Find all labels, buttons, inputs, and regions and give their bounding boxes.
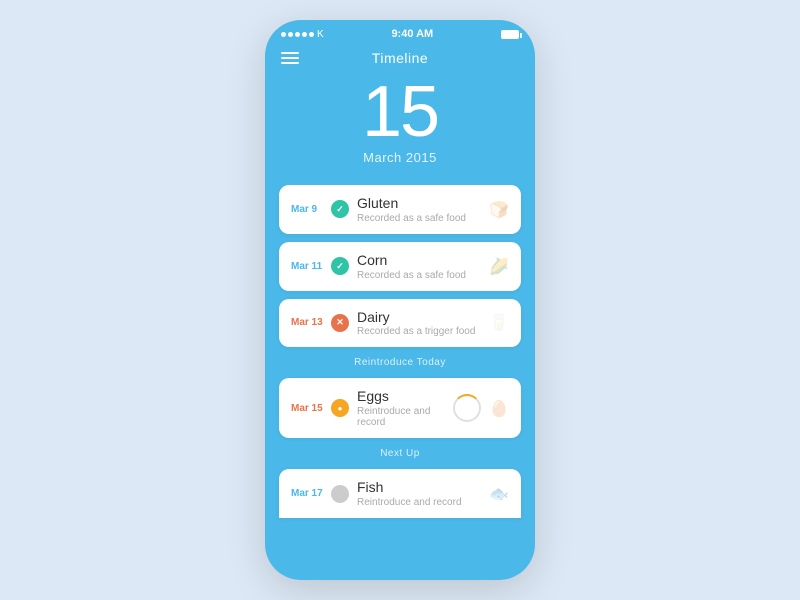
battery-fill	[502, 31, 518, 38]
date-section: 15 March 2015	[265, 66, 535, 185]
signal-dots	[281, 32, 314, 37]
signal-dot	[281, 32, 286, 37]
card-date: Mar 9	[291, 204, 323, 215]
month-year: March 2015	[363, 150, 437, 165]
signal-dot	[309, 32, 314, 37]
hamburger-icon	[281, 52, 299, 54]
hamburger-icon	[281, 57, 299, 59]
food-name: Gluten	[357, 195, 481, 212]
food-name: Corn	[357, 252, 481, 269]
food-card-corn[interactable]: Mar 11 ✓ Corn Recorded as a safe food	[279, 242, 521, 291]
bread-icon	[489, 198, 509, 221]
card-content: Dairy Recorded as a trigger food	[357, 309, 481, 338]
app-header: Timeline	[265, 44, 535, 66]
signal-area: K	[281, 29, 324, 40]
egg-icon	[489, 397, 509, 420]
time-label: 9:40 AM	[391, 28, 433, 40]
timeline-list: Mar 9 ✓ Gluten Recorded as a safe food M…	[265, 185, 535, 580]
signal-dot	[302, 32, 307, 37]
signal-dot	[288, 32, 293, 37]
card-content: Eggs Reintroduce and record	[357, 388, 445, 428]
phone-frame: K 9:40 AM Timeline 15 March 2015 Mar 9 ✓…	[265, 20, 535, 580]
food-card-dairy[interactable]: Mar 13 ✕ Dairy Recorded as a trigger foo…	[279, 299, 521, 348]
corn-icon	[489, 255, 509, 278]
food-card-fish[interactable]: Mar 17 Fish Reintroduce and record	[279, 469, 521, 518]
day-number: 15	[362, 76, 438, 148]
food-subtitle: Recorded as a safe food	[357, 270, 481, 281]
card-date: Mar 11	[291, 261, 323, 272]
food-subtitle: Reintroduce and record	[357, 406, 445, 428]
card-content: Fish Reintroduce and record	[357, 479, 481, 508]
fish-icon	[489, 482, 509, 505]
safe-icon: ✓	[331, 200, 349, 218]
card-content: Corn Recorded as a safe food	[357, 252, 481, 281]
page-title: Timeline	[372, 50, 428, 66]
food-card-eggs[interactable]: Mar 15 ● Eggs Reintroduce and record	[279, 378, 521, 438]
signal-dot	[295, 32, 300, 37]
card-content: Gluten Recorded as a safe food	[357, 195, 481, 224]
card-date: Mar 17	[291, 488, 323, 499]
reintroduce-label: Reintroduce Today	[279, 355, 521, 370]
progress-circle-icon	[453, 394, 481, 422]
battery-icon	[501, 30, 519, 39]
food-name: Fish	[357, 479, 481, 496]
safe-icon: ✓	[331, 257, 349, 275]
future-icon	[331, 485, 349, 503]
food-subtitle: Recorded as a safe food	[357, 213, 481, 224]
food-card-gluten[interactable]: Mar 9 ✓ Gluten Recorded as a safe food	[279, 185, 521, 234]
card-date: Mar 13	[291, 317, 323, 328]
food-subtitle: Reintroduce and record	[357, 497, 481, 508]
carrier-label: K	[317, 29, 324, 40]
card-date: Mar 15	[291, 403, 323, 414]
trigger-icon: ✕	[331, 314, 349, 332]
menu-button[interactable]	[281, 52, 299, 64]
next-up-label: Next Up	[279, 446, 521, 461]
dairy-icon	[489, 311, 509, 334]
food-name: Eggs	[357, 388, 445, 405]
hamburger-icon	[281, 62, 299, 64]
pending-icon: ●	[331, 399, 349, 417]
food-name: Dairy	[357, 309, 481, 326]
food-subtitle: Recorded as a trigger food	[357, 326, 481, 337]
status-bar: K 9:40 AM	[265, 20, 535, 44]
